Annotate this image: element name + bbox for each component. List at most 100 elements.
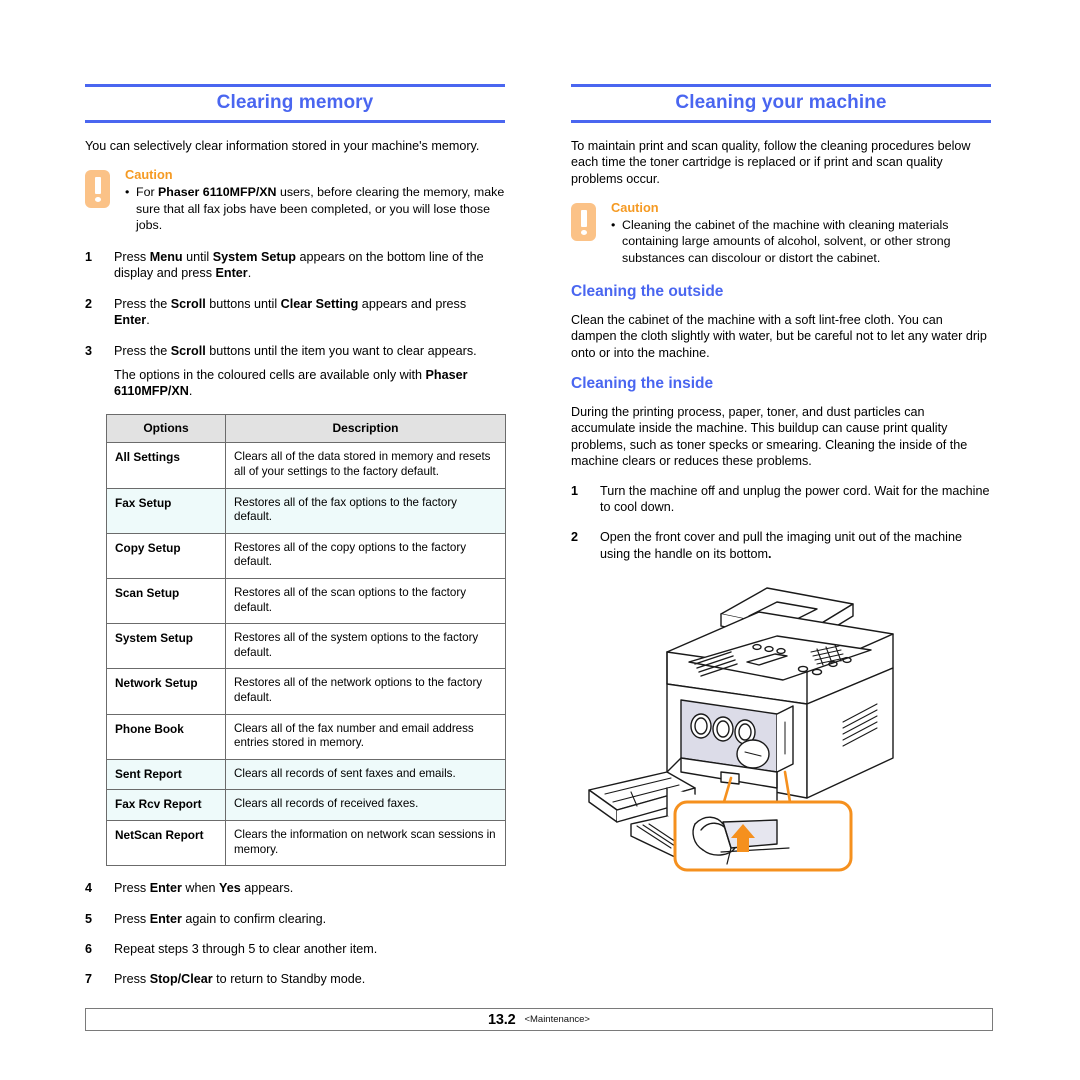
column-header-options: Options (106, 413, 226, 444)
caution-icon (85, 170, 110, 209)
plain-text: buttons until the item you want to clear… (205, 343, 477, 358)
cleaning-inside-body: During the printing process, paper, tone… (571, 405, 968, 469)
callout-detail-box (673, 800, 853, 872)
numbered-step: 2 Open the front cover and pull the imagi… (571, 529, 991, 562)
exclamation-dot-icon (580, 230, 587, 236)
caution-text-prefix: For (136, 185, 159, 200)
step-text: Open the front cover and pull the imagin… (600, 530, 962, 560)
emphasis-text: Yes (219, 881, 241, 896)
cell-option: Scan Setup (106, 578, 226, 625)
plain-text: again to confirm clearing. (181, 911, 327, 926)
exclamation-dot-icon (94, 197, 101, 203)
caution-text-suffix: Cleaning the cabinet of the machine with… (622, 218, 951, 265)
plain-text: appears and press (358, 296, 467, 311)
plain-text: Press the (114, 343, 171, 358)
cell-description: Restores all of the scan options to the … (225, 578, 506, 625)
plain-text: Press (114, 250, 150, 265)
footer-section-name: <Maintenance> (524, 1014, 590, 1025)
emphasis-text: Stop/Clear (149, 972, 213, 987)
cell-option: Phone Book (106, 713, 226, 760)
cell-option: Copy Setup (106, 532, 226, 580)
cell-description: Clears all records of sent faxes and ema… (225, 758, 506, 791)
emphasis-text: Enter (149, 881, 182, 896)
cell-description: Restores all of the network options to t… (225, 668, 506, 715)
page-title-cleaning-machine: Cleaning your machine (675, 92, 887, 113)
step-text: Press Enter again to confirm clearing. (114, 912, 326, 926)
step-number: 2 (85, 296, 93, 311)
printer-illustration (571, 576, 991, 876)
emphasis-text: Enter (114, 313, 147, 328)
numbered-step: 7 Press Stop/Clear to return to Standby m… (85, 971, 505, 987)
cell-description: Clears the information on network scan s… (225, 819, 506, 867)
cell-description: Clears all of the data stored in memory … (225, 442, 506, 489)
plain-text: Press (114, 972, 150, 987)
table-row: Fax Setup Restores all of the fax options… (106, 487, 506, 534)
left-intro-paragraph: You can selectively clear information st… (85, 139, 480, 153)
page-title-clearing-memory: Clearing memory (216, 92, 374, 113)
numbered-step: 6 Repeat steps 3 through 5 to clear anoth… (85, 941, 505, 957)
step-text: Press the Scroll buttons until the item … (114, 344, 477, 358)
caution-label-right: Caution (611, 200, 659, 216)
caution-item-left: • For Phaser 6110MFP/XN users, before cl… (125, 184, 505, 233)
cell-description: Clears all of the fax number and email a… (225, 713, 506, 760)
bullet-glyph: • (611, 218, 616, 233)
clear-options-table: Options Description All Settings Clears a… (106, 413, 506, 867)
right-chapter-header: Cleaning your machine (571, 84, 991, 123)
emphasis-text: . (768, 546, 772, 561)
table-row: System Setup Restores all of the system o… (106, 623, 506, 670)
step-number: 1 (85, 250, 93, 265)
plain-text: appears. (240, 881, 294, 896)
section-heading-cleaning-inside: Cleaning the inside (571, 375, 714, 393)
table-row: Scan Setup Restores all of the scan optio… (106, 578, 506, 625)
cell-option: Sent Report (106, 758, 226, 791)
exclamation-bar-icon (580, 210, 587, 228)
printer-line-drawing (588, 587, 894, 872)
step-number: 4 (85, 881, 93, 896)
page-footer: 13.2 <Maintenance> (85, 1008, 993, 1031)
step-text: Press the Scroll buttons until Clear Set… (114, 297, 466, 327)
table-row: Network Setup Restores all of the network… (106, 668, 506, 715)
table-header-row: Options Description (106, 413, 506, 444)
step-number: 3 (85, 343, 93, 358)
cell-description: Restores all of the fax options to the f… (225, 487, 506, 534)
left-steps-before-table: 1 Press Menu until System Setup appears o… (85, 249, 505, 359)
left-column: Clearing memory You can selectively clea… (85, 84, 506, 1002)
plain-text: Open the front cover and pull the imagin… (600, 530, 962, 561)
emphasis-text: System Setup (212, 250, 296, 265)
cell-option: Fax Setup (106, 487, 226, 534)
step-number: 6 (85, 941, 93, 956)
table-row: All Settings Clears all of the data store… (106, 442, 506, 489)
table-row: Phone Book Clears all of the fax number a… (106, 713, 506, 760)
step-number: 1 (571, 483, 579, 498)
plain-text: Press the (114, 296, 171, 311)
table-availability-note: The options in the coloured cells are av… (85, 367, 505, 400)
footer-page-number: 13.2 (488, 1011, 516, 1028)
plain-text: until (182, 250, 213, 265)
plain-text: buttons until (205, 296, 281, 311)
step-text: Turn the machine off and unplug the powe… (600, 484, 989, 514)
exclamation-bar-icon (94, 177, 101, 195)
table-row: Sent Report Clears all records of sent fa… (106, 758, 506, 791)
caution-label-left: Caution (125, 167, 173, 183)
right-column: Cleaning your machine To maintain print … (571, 84, 991, 876)
numbered-step: 2 Press the Scroll buttons until Clear Se… (85, 296, 505, 329)
plain-text: Press (114, 881, 150, 896)
left-steps-after-table: 4 Press Enter when Yes appears. 5 Press Ent… (85, 880, 505, 988)
caution-text-bold: Phaser 6110MFP/XN (158, 185, 277, 200)
step-text: Press Stop/Clear to return to Standby mo… (114, 972, 365, 986)
left-chapter-header: Clearing memory (85, 84, 505, 123)
caution-block-left: Caution • For Phaser 6110MFP/XN users, b… (85, 167, 505, 233)
cell-option: NetScan Report (106, 819, 226, 867)
emphasis-text: Clear Setting (280, 296, 359, 311)
plain-text: . (188, 384, 193, 399)
right-steps-list: 1 Turn the machine off and unplug the pow… (571, 483, 991, 563)
table-row: Fax Rcv Report Clears all records of rece… (106, 789, 506, 821)
plain-text: to return to Standby mode. (212, 972, 366, 987)
emphasis-text: Enter (149, 911, 182, 926)
right-intro-paragraph: To maintain print and scan quality, foll… (571, 139, 971, 186)
emphasis-text: Menu (149, 250, 183, 265)
plain-text: Repeat steps 3 through 5 to clear anothe… (114, 941, 378, 956)
step-text: Repeat steps 3 through 5 to clear anothe… (114, 942, 377, 956)
step-text: Press Enter when Yes appears. (114, 881, 293, 895)
caution-block-right: Caution • Cleaning the cabinet of the ma… (571, 200, 991, 266)
